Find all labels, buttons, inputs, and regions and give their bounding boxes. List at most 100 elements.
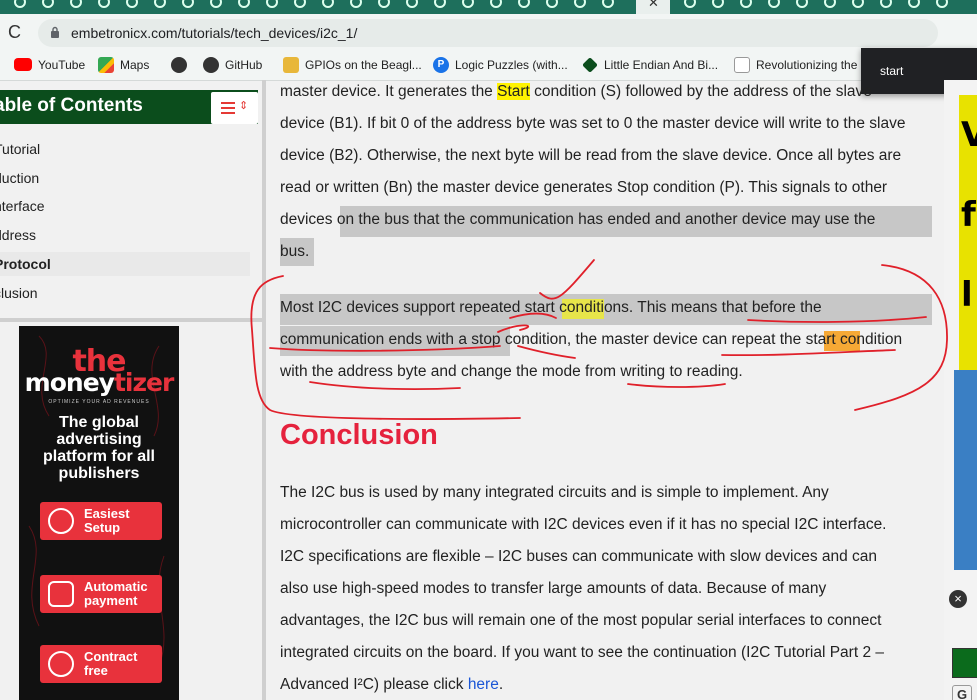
tab-strip: ✕ bbox=[0, 0, 977, 14]
tab[interactable] bbox=[146, 0, 174, 14]
tab[interactable] bbox=[398, 0, 426, 14]
tab[interactable] bbox=[118, 0, 146, 14]
maps-icon bbox=[98, 57, 114, 73]
tab[interactable] bbox=[370, 0, 398, 14]
tab-favicon-icon bbox=[936, 0, 948, 8]
toc-item[interactable]: duction bbox=[0, 170, 39, 186]
article-line: microcontroller can communicate with I2C… bbox=[280, 516, 887, 533]
tab-favicon-icon bbox=[462, 0, 474, 8]
ad-tagline: OPTIMIZE YOUR AD REVENUES bbox=[48, 399, 150, 405]
ad-button-easiest-setup[interactable]: Easiest Setup bbox=[40, 502, 162, 540]
tab[interactable] bbox=[62, 0, 90, 14]
tab[interactable] bbox=[566, 0, 594, 14]
url-text[interactable]: embetronicx.com/tutorials/tech_devices/i… bbox=[71, 25, 357, 41]
tab-favicon-icon bbox=[266, 0, 278, 8]
article-line: bus. bbox=[280, 243, 310, 260]
reload-icon[interactable]: C bbox=[8, 22, 21, 43]
site-icon bbox=[734, 57, 750, 73]
toc-item[interactable]: Tutorial bbox=[0, 141, 40, 157]
tab[interactable] bbox=[426, 0, 454, 14]
bookmark-youtube[interactable]: YouTube bbox=[14, 57, 85, 73]
tab[interactable] bbox=[760, 0, 788, 14]
bookmark-logic-puzzles[interactable]: P Logic Puzzles (with... bbox=[433, 57, 568, 73]
toc-item[interactable]: nterface bbox=[0, 198, 45, 214]
tab[interactable] bbox=[928, 0, 956, 14]
lock-icon[interactable] bbox=[50, 26, 60, 38]
find-highlight: Start bbox=[497, 83, 530, 100]
toc-item[interactable]: ddress bbox=[0, 227, 36, 243]
bookmark-github[interactable]: GitHub bbox=[203, 57, 262, 73]
toc-toggle-button[interactable]: ⇕ bbox=[211, 92, 258, 124]
tab-favicon-icon bbox=[602, 0, 614, 8]
bookmark-revolutionizing[interactable]: Revolutionizing the bbox=[734, 57, 857, 73]
right-ad-strip: Vfl × G bbox=[944, 80, 977, 700]
ad-logo: moneytizer bbox=[24, 368, 175, 397]
tab[interactable] bbox=[454, 0, 482, 14]
bookmark-maps[interactable]: Maps bbox=[98, 57, 149, 73]
bookmark-gpios[interactable]: GPIOs on the Beagl... bbox=[283, 57, 422, 73]
conclusion-heading: Conclusion bbox=[280, 419, 438, 451]
address-bar[interactable]: embetronicx.com/tutorials/tech_devices/i… bbox=[38, 19, 938, 47]
article-line: I2C specifications are flexible – I2C bu… bbox=[280, 548, 878, 565]
tab-favicon-icon bbox=[712, 0, 724, 8]
article-line: with the address byte and change the mod… bbox=[280, 363, 743, 380]
tab-favicon-icon bbox=[210, 0, 222, 8]
tab-favicon-icon bbox=[908, 0, 920, 8]
close-tab-icon[interactable]: ✕ bbox=[648, 0, 659, 11]
bookmark-label: YouTube bbox=[38, 57, 86, 72]
tab[interactable] bbox=[482, 0, 510, 14]
tab[interactable] bbox=[816, 0, 844, 14]
tab[interactable] bbox=[342, 0, 370, 14]
github-icon bbox=[203, 57, 219, 73]
tab[interactable] bbox=[844, 0, 872, 14]
tab-favicon-icon bbox=[518, 0, 530, 8]
moneytizer-ad[interactable]: the moneytizer OPTIMIZE YOUR AD REVENUES… bbox=[19, 326, 179, 700]
tab[interactable] bbox=[286, 0, 314, 14]
content-divider bbox=[262, 80, 266, 700]
bookmark-github-icon-only[interactable] bbox=[171, 57, 193, 73]
google-g-icon[interactable]: G bbox=[952, 685, 972, 700]
article-line: integrated circuits on the board. If you… bbox=[280, 644, 884, 661]
here-link[interactable]: here bbox=[468, 676, 499, 693]
tab[interactable] bbox=[174, 0, 202, 14]
tab-favicon-icon bbox=[434, 0, 446, 8]
tab[interactable] bbox=[900, 0, 928, 14]
tab[interactable] bbox=[314, 0, 342, 14]
bookmark-label: GPIOs on the Beagl... bbox=[305, 58, 422, 72]
tab[interactable] bbox=[704, 0, 732, 14]
side-ad-game[interactable] bbox=[954, 370, 977, 570]
tab[interactable] bbox=[538, 0, 566, 14]
bookmark-label: Logic Puzzles (with... bbox=[455, 58, 568, 72]
side-ad-green[interactable] bbox=[952, 648, 977, 678]
tab[interactable] bbox=[258, 0, 286, 14]
tab[interactable] bbox=[510, 0, 538, 14]
ad-button-automatic-payment[interactable]: Automatic payment bbox=[40, 575, 162, 613]
tab[interactable] bbox=[872, 0, 900, 14]
tab-favicon-icon bbox=[740, 0, 752, 8]
tab[interactable] bbox=[6, 0, 34, 14]
tab-favicon-icon bbox=[406, 0, 418, 8]
article-line: device (B1). If bit 0 of the address byt… bbox=[280, 115, 906, 132]
toc-item-active[interactable]: Protocol bbox=[0, 256, 51, 272]
tab[interactable] bbox=[788, 0, 816, 14]
tab[interactable] bbox=[676, 0, 704, 14]
tab[interactable] bbox=[202, 0, 230, 14]
toc-item[interactable]: clusion bbox=[0, 285, 38, 301]
tab[interactable] bbox=[34, 0, 62, 14]
tab[interactable] bbox=[732, 0, 760, 14]
tab[interactable] bbox=[90, 0, 118, 14]
folder-icon bbox=[283, 57, 299, 73]
bookmark-little-endian[interactable]: Little Endian And Bi... bbox=[582, 57, 718, 73]
tab-favicon-icon bbox=[154, 0, 166, 8]
tab[interactable] bbox=[594, 0, 622, 14]
tab-favicon-icon bbox=[42, 0, 54, 8]
close-ad-icon[interactable]: × bbox=[949, 590, 967, 608]
article-line: advantages, the I2C bus will remain one … bbox=[280, 612, 882, 629]
browser-toolbar: C embetronicx.com/tutorials/tech_devices… bbox=[0, 14, 977, 50]
active-tab[interactable]: ✕ bbox=[636, 0, 670, 14]
tab[interactable] bbox=[230, 0, 258, 14]
ad-button-contract-free[interactable]: Contract free bbox=[40, 645, 162, 683]
bookmarks-bar: YouTube Maps GitHub GPIOs on the Beagl..… bbox=[0, 50, 977, 81]
tab-favicon-icon bbox=[796, 0, 808, 8]
tab-favicon-icon bbox=[98, 0, 110, 8]
